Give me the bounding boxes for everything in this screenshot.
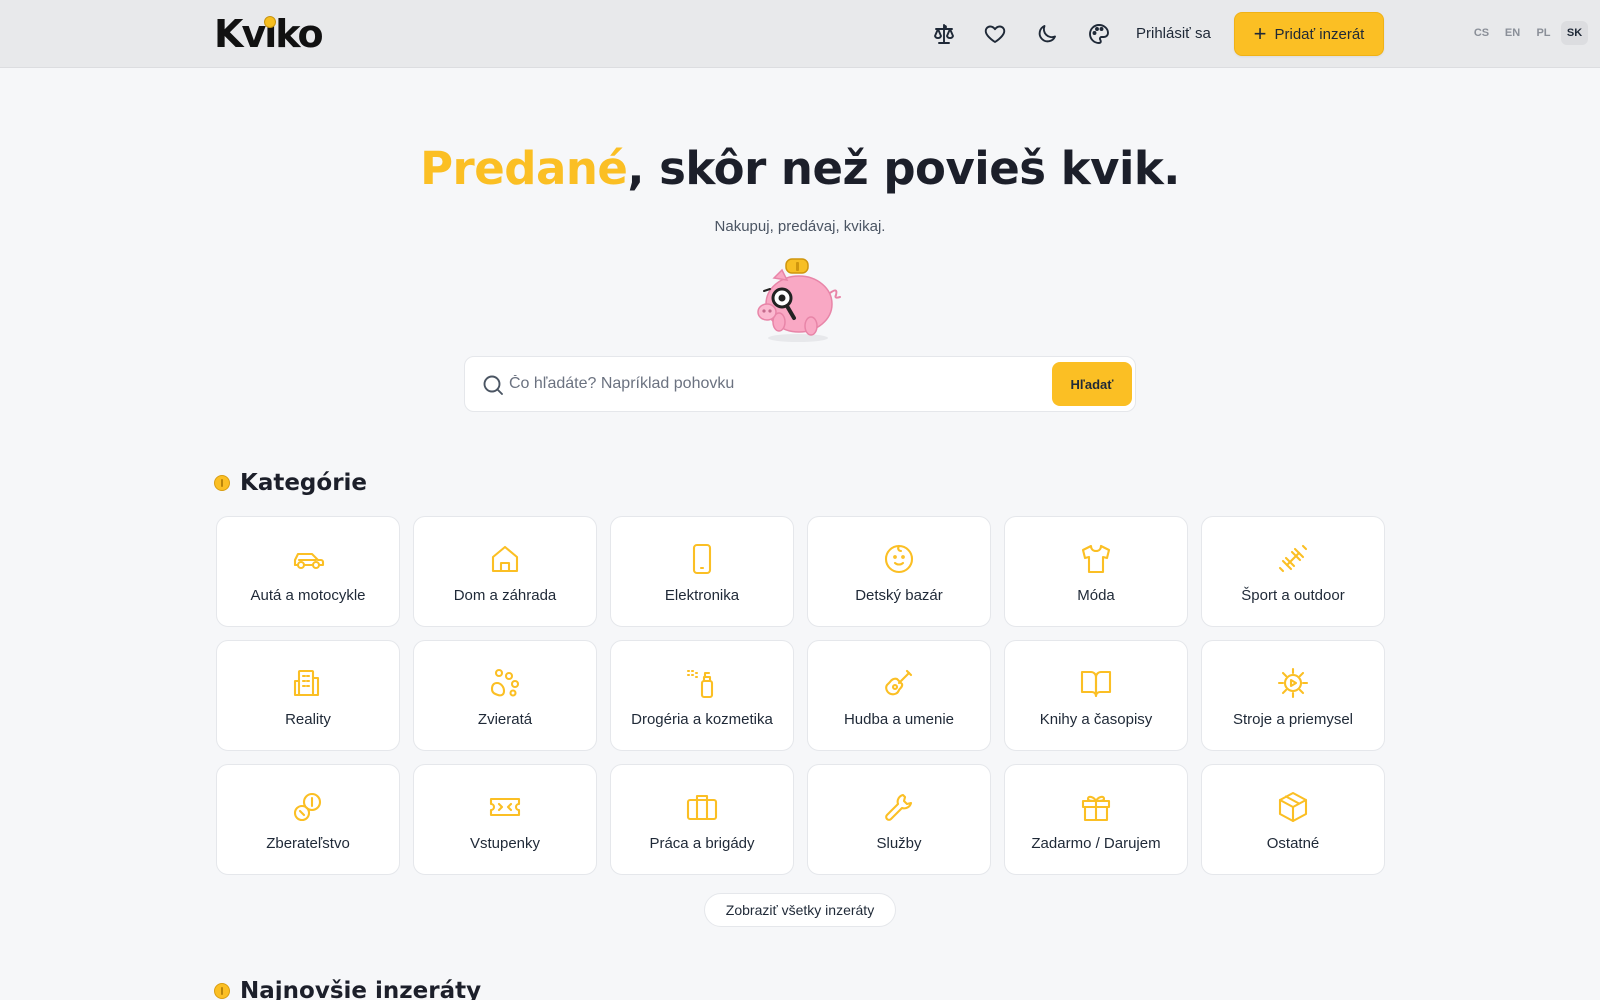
- shirt-icon: [1078, 541, 1114, 577]
- add-listing-label: Pridať inzerát: [1274, 25, 1365, 43]
- category-label: Ostatné: [1266, 835, 1320, 852]
- search-button[interactable]: Hľadať: [1052, 362, 1132, 406]
- category-label: Stroje a priemysel: [1232, 711, 1354, 728]
- lang-sk[interactable]: SK: [1561, 21, 1588, 45]
- category-card-autos[interactable]: Autá a motocykle: [216, 516, 400, 627]
- category-card-collecting[interactable]: Zberateľstvo: [216, 764, 400, 875]
- lang-cs[interactable]: CS: [1468, 21, 1495, 45]
- package-icon: [1275, 789, 1311, 825]
- category-label: Drogéria a kozmetika: [631, 711, 773, 728]
- category-label: Elektronika: [664, 587, 740, 604]
- heart-icon[interactable]: [983, 22, 1007, 46]
- smartphone-icon: [684, 541, 720, 577]
- category-card-free[interactable]: Zadarmo / Darujem: [1004, 764, 1188, 875]
- show-all-listings-button[interactable]: Zobraziť všetky inzeráty: [704, 893, 896, 927]
- category-card-books[interactable]: Knihy a časopisy: [1004, 640, 1188, 751]
- language-switcher: CS EN PL SK: [1468, 21, 1588, 45]
- book-icon: [1078, 665, 1114, 701]
- lang-pl[interactable]: PL: [1530, 21, 1557, 45]
- category-label: Móda: [1077, 587, 1115, 604]
- briefcase-icon: [684, 789, 720, 825]
- categories-heading-text: Kategórie: [240, 470, 368, 496]
- category-label: Reality: [285, 711, 331, 728]
- category-card-sport[interactable]: Šport a outdoor: [1201, 516, 1385, 627]
- search-input[interactable]: [509, 369, 1069, 399]
- latest-heading-text: Najnovšie inzeráty: [240, 978, 482, 1000]
- cog-icon: [1275, 665, 1311, 701]
- category-label: Práca a brigády: [649, 835, 755, 852]
- car-icon: [290, 541, 326, 577]
- category-label: Detský bazár: [855, 587, 943, 604]
- category-label: Zadarmo / Darujem: [1031, 835, 1161, 852]
- coin-icon: [214, 983, 230, 999]
- palette-icon[interactable]: [1087, 22, 1111, 46]
- category-card-jobs[interactable]: Práca a brigády: [610, 764, 794, 875]
- coins-icon: [290, 789, 326, 825]
- coin-dot-icon: [263, 16, 276, 28]
- ticket-icon: [487, 789, 523, 825]
- category-card-reality[interactable]: Reality: [216, 640, 400, 751]
- category-card-electronics[interactable]: Elektronika: [610, 516, 794, 627]
- hero-subtitle: Nakupuj, predávaj, kvikaj.: [714, 218, 886, 235]
- dumbbell-icon: [1275, 541, 1311, 577]
- category-label: Hudba a umenie: [843, 711, 955, 728]
- top-header: Kvi ko Prihlásiť sa + Pridať inzerát CS E…: [0, 0, 1600, 68]
- hero-title-rest: , skôr než povieš kvik.: [627, 142, 1180, 195]
- category-grid: Autá a motocykle Dom a záhrada Elektroni…: [216, 516, 1385, 875]
- logo[interactable]: Kvi ko: [214, 14, 324, 54]
- category-label: Zberateľstvo: [266, 835, 350, 852]
- category-card-music[interactable]: Hudba a umenie: [807, 640, 991, 751]
- search-bar: Hľadať: [464, 356, 1136, 412]
- category-label: Zvieratá: [477, 711, 533, 728]
- house-icon: [487, 541, 523, 577]
- lang-en[interactable]: EN: [1499, 21, 1526, 45]
- category-card-animals[interactable]: Zvieratá: [413, 640, 597, 751]
- hero-title: Predané, skôr než povieš kvik.: [0, 142, 1600, 195]
- login-link[interactable]: Prihlásiť sa: [1136, 25, 1211, 42]
- moon-icon[interactable]: [1035, 22, 1059, 46]
- add-listing-button[interactable]: + Pridať inzerát: [1234, 12, 1384, 56]
- building-icon: [290, 665, 326, 701]
- category-label: Šport a outdoor: [1241, 587, 1345, 604]
- category-card-fashion[interactable]: Móda: [1004, 516, 1188, 627]
- category-card-other[interactable]: Ostatné: [1201, 764, 1385, 875]
- paw-icon: [487, 665, 523, 701]
- gift-icon: [1078, 789, 1114, 825]
- piggy-bank-mascot: [748, 258, 848, 344]
- compare-scales-icon[interactable]: [932, 22, 956, 46]
- category-card-tickets[interactable]: Vstupenky: [413, 764, 597, 875]
- category-card-home[interactable]: Dom a záhrada: [413, 516, 597, 627]
- categories-heading: Kategórie: [214, 470, 367, 496]
- category-label: Vstupenky: [469, 835, 541, 852]
- latest-heading: Najnovšie inzeráty: [214, 978, 481, 1000]
- category-label: Služby: [876, 835, 922, 852]
- coin-icon: [214, 475, 230, 491]
- category-card-machines[interactable]: Stroje a priemysel: [1201, 640, 1385, 751]
- hero-title-accent: Predané: [420, 142, 628, 195]
- category-label: Dom a záhrada: [453, 587, 557, 604]
- category-label: Knihy a časopisy: [1039, 711, 1153, 728]
- category-card-drugstore[interactable]: Drogéria a kozmetika: [610, 640, 794, 751]
- search-icon: [481, 373, 505, 397]
- baby-icon: [881, 541, 917, 577]
- spray-bottle-icon: [684, 665, 720, 701]
- guitar-icon: [881, 665, 917, 701]
- category-card-kids[interactable]: Detský bazár: [807, 516, 991, 627]
- category-card-services[interactable]: Služby: [807, 764, 991, 875]
- wrench-icon: [881, 789, 917, 825]
- plus-icon: +: [1253, 21, 1267, 46]
- category-label: Autá a motocykle: [250, 587, 366, 604]
